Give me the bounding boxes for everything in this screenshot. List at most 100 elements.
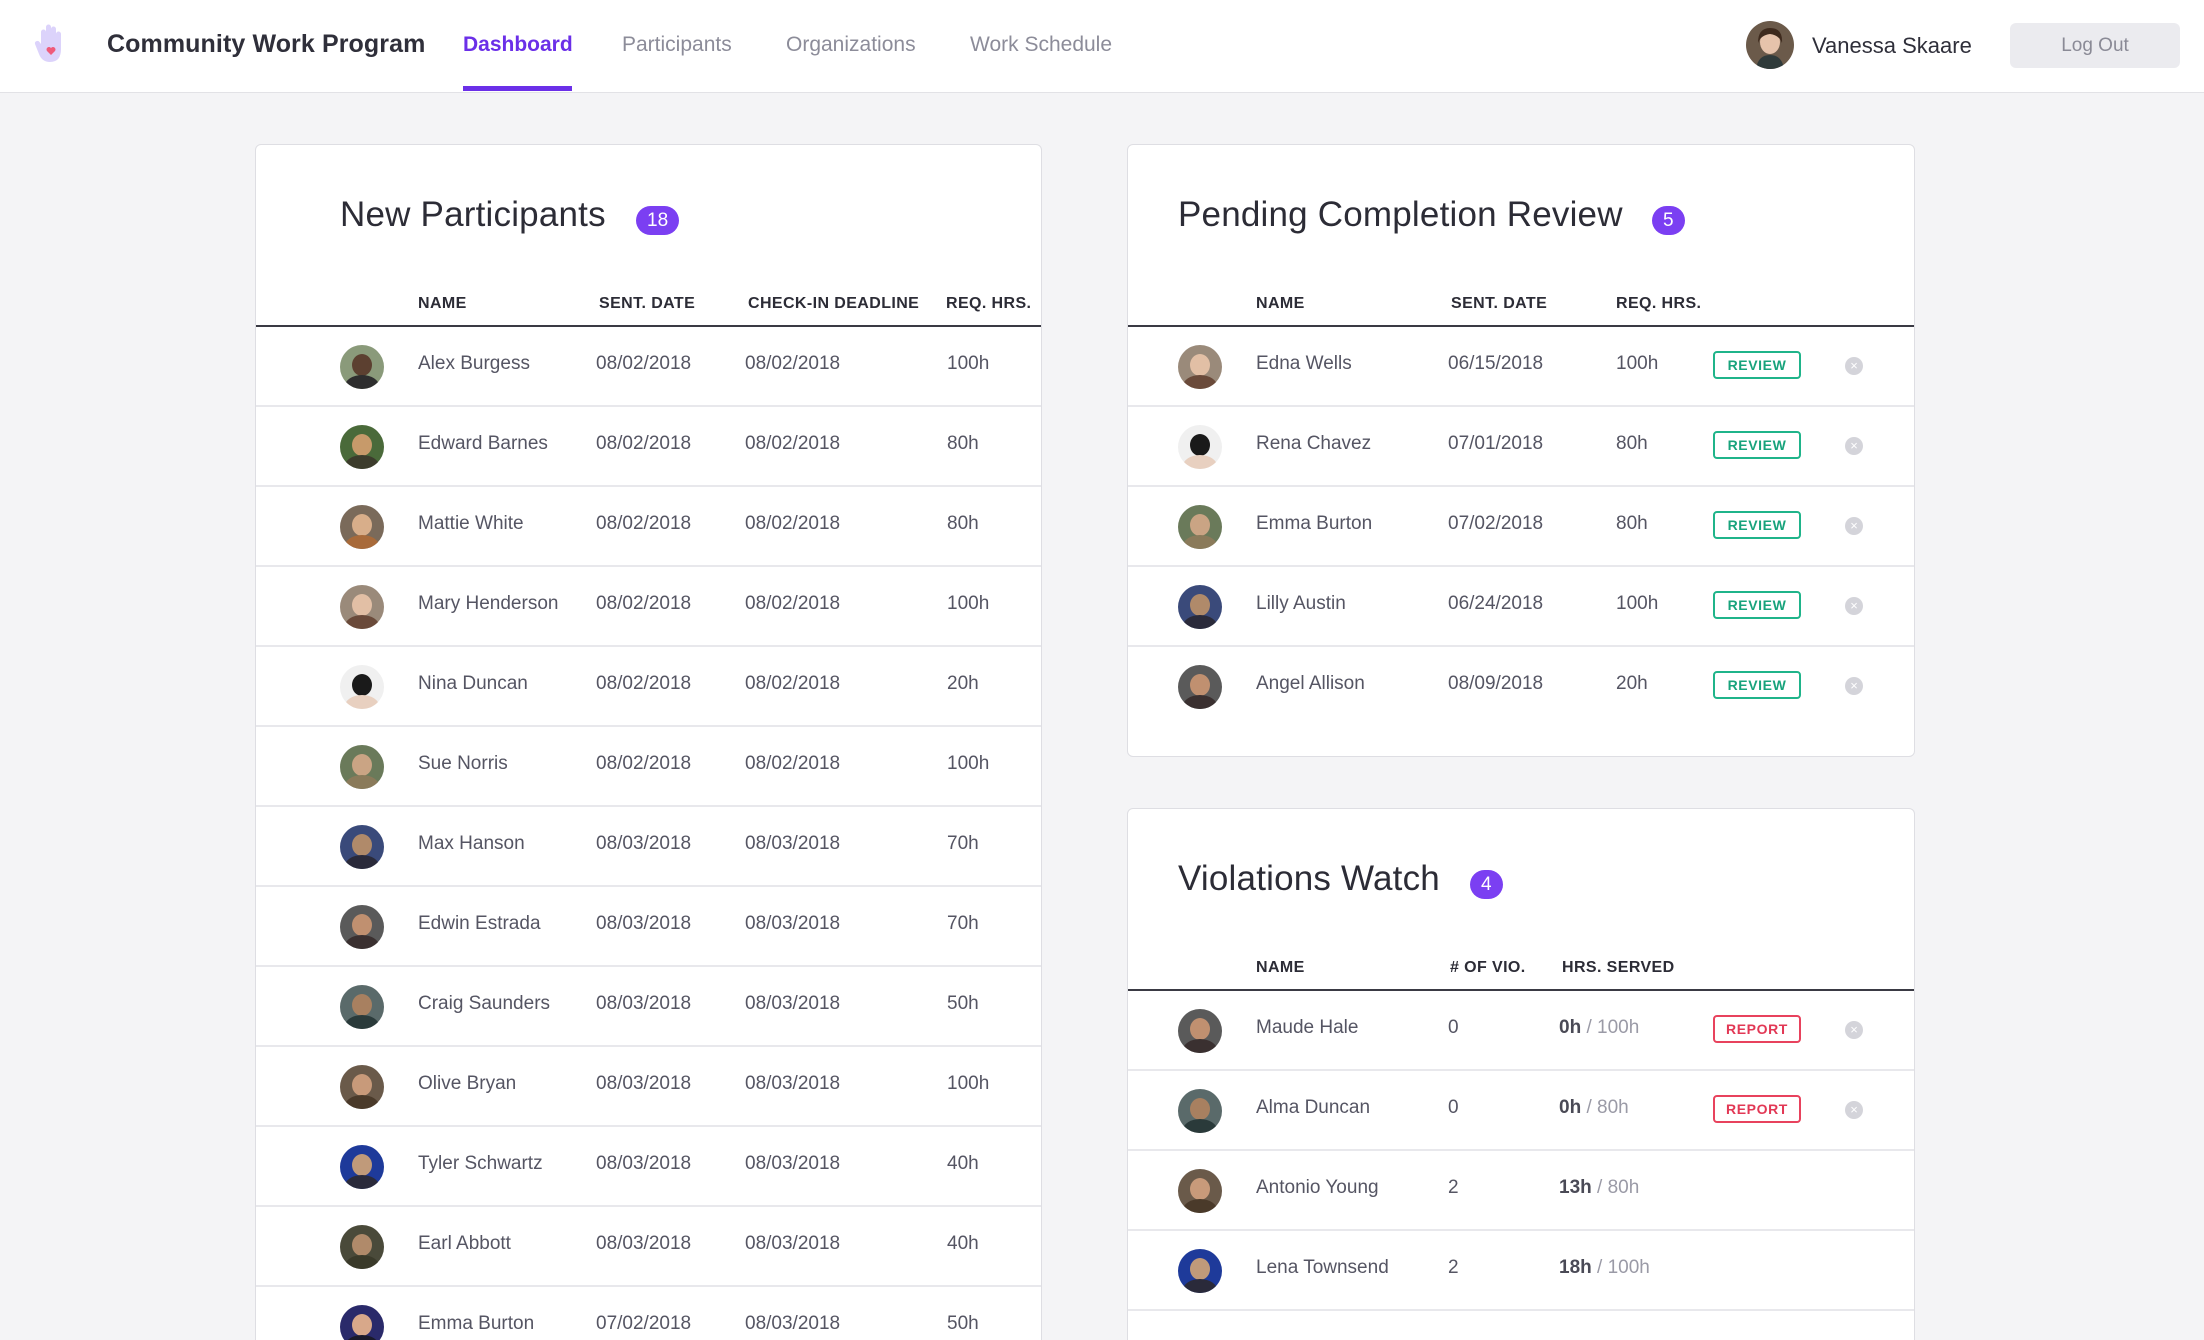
avatar[interactable]: [340, 1145, 384, 1189]
avatar[interactable]: [340, 745, 384, 789]
avatar[interactable]: [340, 1065, 384, 1109]
avatar[interactable]: [340, 345, 384, 389]
table-row[interactable]: Olive Bryan 08/03/2018 08/03/2018 100h: [256, 1047, 1041, 1127]
review-button[interactable]: REVIEW: [1713, 351, 1801, 379]
avatar[interactable]: [1178, 1169, 1222, 1213]
review-button[interactable]: REVIEW: [1713, 511, 1801, 539]
tab-work-schedule[interactable]: Work Schedule: [970, 33, 1112, 57]
tab-dashboard[interactable]: Dashboard: [463, 33, 573, 57]
report-button[interactable]: REPORT: [1713, 1015, 1801, 1043]
table-row[interactable]: Alma Duncan 0 0h / 80h REPORT ×: [1128, 1071, 1914, 1151]
avatar[interactable]: [340, 665, 384, 709]
participant-name[interactable]: Alma Duncan: [1256, 1097, 1370, 1119]
participant-name[interactable]: Edwin Estrada: [418, 913, 541, 935]
avatar[interactable]: [1178, 1089, 1222, 1133]
table-row[interactable]: Mattie White 08/02/2018 08/02/2018 80h: [256, 487, 1041, 567]
column-header-sent-date[interactable]: SENT. DATE: [599, 295, 695, 313]
table-row[interactable]: Rena Chavez 07/01/2018 80h REVIEW ×: [1128, 407, 1914, 487]
table-row[interactable]: Earl Abbott 08/03/2018 08/03/2018 40h: [256, 1207, 1041, 1287]
table-row[interactable]: Emma Burton 07/02/2018 08/03/2018 50h: [256, 1287, 1041, 1340]
avatar[interactable]: [1178, 585, 1222, 629]
avatar[interactable]: [340, 1305, 384, 1340]
avatar[interactable]: [1178, 1249, 1222, 1293]
review-button[interactable]: REVIEW: [1713, 671, 1801, 699]
dismiss-x-icon[interactable]: ×: [1845, 517, 1863, 535]
participant-name[interactable]: Emma Burton: [1256, 513, 1372, 535]
column-header-violations-count[interactable]: # OF VIO.: [1450, 959, 1526, 977]
avatar[interactable]: [1178, 425, 1222, 469]
participant-name[interactable]: Craig Saunders: [418, 993, 550, 1015]
participant-name[interactable]: Lena Townsend: [1256, 1257, 1389, 1279]
participant-name[interactable]: Mary Henderson: [418, 593, 558, 615]
table-row[interactable]: Maude Hale 0 0h / 100h REPORT ×: [1128, 991, 1914, 1071]
participant-name[interactable]: Emma Burton: [418, 1313, 534, 1335]
table-row[interactable]: Mary Henderson 08/02/2018 08/02/2018 100…: [256, 567, 1041, 647]
review-button[interactable]: REVIEW: [1713, 591, 1801, 619]
table-row[interactable]: Lena Townsend 2 18h / 100h: [1128, 1231, 1914, 1311]
user-avatar[interactable]: [1746, 21, 1794, 69]
table-row[interactable]: Antonio Young 2 13h / 80h: [1128, 1151, 1914, 1231]
dismiss-x-icon[interactable]: ×: [1845, 677, 1863, 695]
table-row[interactable]: Sue Norris 08/02/2018 08/02/2018 100h: [256, 727, 1041, 807]
table-row[interactable]: Nina Duncan 08/02/2018 08/02/2018 20h: [256, 647, 1041, 727]
participant-name[interactable]: Sue Norris: [418, 753, 508, 775]
participant-name[interactable]: Lilly Austin: [1256, 593, 1346, 615]
dismiss-x-icon[interactable]: ×: [1845, 357, 1863, 375]
table-row[interactable]: Alex Burgess 08/02/2018 08/02/2018 100h: [256, 327, 1041, 407]
participant-name[interactable]: Edward Barnes: [418, 433, 548, 455]
user-name[interactable]: Vanessa Skaare: [1812, 33, 1972, 59]
avatar[interactable]: [340, 425, 384, 469]
participant-name[interactable]: Mattie White: [418, 513, 524, 535]
review-button[interactable]: REVIEW: [1713, 431, 1801, 459]
hours-required-value: / 80h: [1581, 1097, 1629, 1118]
dismiss-x-icon[interactable]: ×: [1845, 1021, 1863, 1039]
participant-name[interactable]: Antonio Young: [1256, 1177, 1379, 1199]
column-header-name[interactable]: NAME: [418, 295, 467, 313]
avatar[interactable]: [1178, 1009, 1222, 1053]
column-header-req-hrs[interactable]: REQ. HRS.: [946, 295, 1031, 313]
participant-name[interactable]: Alex Burgess: [418, 353, 530, 375]
avatar[interactable]: [340, 1225, 384, 1269]
table-row[interactable]: Max Hanson 08/03/2018 08/03/2018 70h: [256, 807, 1041, 887]
column-header-name[interactable]: NAME: [1256, 295, 1305, 313]
table-row[interactable]: Edward Barnes 08/02/2018 08/02/2018 80h: [256, 407, 1041, 487]
participant-name[interactable]: Angel Allison: [1256, 673, 1365, 695]
logout-button[interactable]: Log Out: [2010, 23, 2180, 68]
table-row[interactable]: Edna Wells 06/15/2018 100h REVIEW ×: [1128, 327, 1914, 407]
participant-name[interactable]: Olive Bryan: [418, 1073, 516, 1095]
avatar[interactable]: [340, 825, 384, 869]
avatar[interactable]: [1178, 665, 1222, 709]
avatar[interactable]: [1178, 345, 1222, 389]
column-header-check-in-deadline[interactable]: CHECK-IN DEADLINE: [748, 295, 919, 313]
avatar[interactable]: [340, 505, 384, 549]
table-row[interactable]: Craig Saunders 08/03/2018 08/03/2018 50h: [256, 967, 1041, 1047]
table-row[interactable]: Angel Allison 08/09/2018 20h REVIEW ×: [1128, 647, 1914, 727]
column-header-name[interactable]: NAME: [1256, 959, 1305, 977]
dismiss-x-icon[interactable]: ×: [1845, 1101, 1863, 1119]
participant-name[interactable]: Max Hanson: [418, 833, 525, 855]
dismiss-x-icon[interactable]: ×: [1845, 597, 1863, 615]
report-button[interactable]: REPORT: [1713, 1095, 1801, 1123]
table-row[interactable]: Edwin Estrada 08/03/2018 08/03/2018 70h: [256, 887, 1041, 967]
participant-name[interactable]: Nina Duncan: [418, 673, 528, 695]
tab-participants[interactable]: Participants: [622, 33, 732, 57]
participant-name[interactable]: Tyler Schwartz: [418, 1153, 543, 1175]
participant-name[interactable]: Rena Chavez: [1256, 433, 1371, 455]
participant-name[interactable]: Edna Wells: [1256, 353, 1352, 375]
participant-name[interactable]: Earl Abbott: [418, 1233, 511, 1255]
avatar[interactable]: [340, 585, 384, 629]
table-row[interactable]: Tyler Schwartz 08/03/2018 08/03/2018 40h: [256, 1127, 1041, 1207]
column-header-req-hrs[interactable]: REQ. HRS.: [1616, 295, 1701, 313]
avatar[interactable]: [340, 905, 384, 949]
column-header-sent-date[interactable]: SENT. DATE: [1451, 295, 1547, 313]
table-row[interactable]: Emma Burton 07/02/2018 80h REVIEW ×: [1128, 487, 1914, 567]
hand-heart-logo-icon[interactable]: [33, 22, 69, 66]
column-header-hrs-served[interactable]: HRS. SERVED: [1562, 959, 1675, 977]
avatar[interactable]: [1178, 505, 1222, 549]
table-row[interactable]: Lilly Austin 06/24/2018 100h REVIEW ×: [1128, 567, 1914, 647]
participant-name[interactable]: Maude Hale: [1256, 1017, 1358, 1039]
avatar[interactable]: [340, 985, 384, 1029]
required-hours: 20h: [1616, 673, 1648, 694]
dismiss-x-icon[interactable]: ×: [1845, 437, 1863, 455]
tab-organizations[interactable]: Organizations: [786, 33, 916, 57]
